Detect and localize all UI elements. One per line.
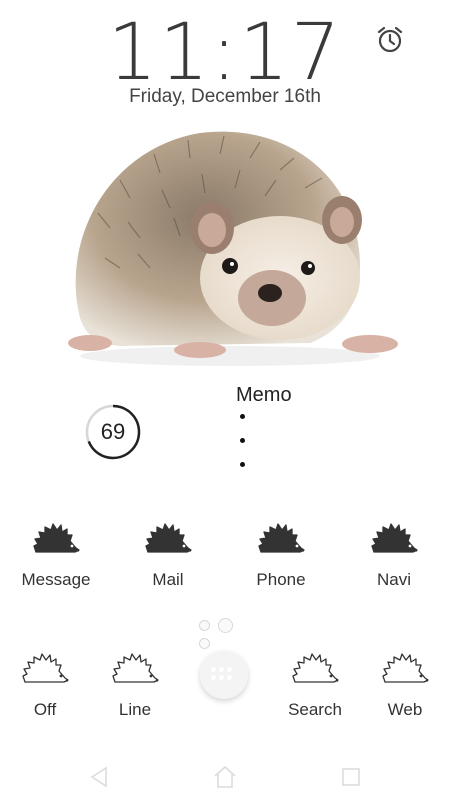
hedgehog-filled-icon xyxy=(123,522,213,556)
hedgehog-filled-icon xyxy=(236,522,326,556)
hedgehog-filled-icon xyxy=(11,522,101,556)
shortcut-search[interactable]: Search xyxy=(270,652,360,732)
shortcut-label: Phone xyxy=(256,570,306,589)
shortcut-label: Off xyxy=(33,700,57,719)
battery-value: 69 xyxy=(100,419,126,444)
hedgehog-outline-icon xyxy=(0,652,90,686)
hedgehog-filled-icon xyxy=(349,522,439,556)
memo-title[interactable]: Memo xyxy=(236,384,292,407)
hedgehog-outline-icon xyxy=(90,652,180,686)
clock-date: Friday, December 16th xyxy=(129,86,321,107)
hedgehog-outline-icon xyxy=(270,652,360,686)
hedgehog-photo xyxy=(50,118,410,368)
shortcut-navi[interactable]: Navi xyxy=(349,522,439,602)
shortcut-message[interactable]: Message xyxy=(11,522,101,602)
page-indicator xyxy=(199,617,253,650)
shortcut-label: Mail xyxy=(152,570,184,589)
app-drawer-button[interactable] xyxy=(200,651,248,699)
memo-more-icon[interactable] xyxy=(240,414,252,474)
shortcut-label: Line xyxy=(118,700,152,719)
shortcut-row-top: Message Mail Phone Navi xyxy=(0,522,450,612)
shortcut-label: Search xyxy=(288,700,342,719)
navigation-bar xyxy=(0,752,450,800)
shortcut-mail[interactable]: Mail xyxy=(123,522,213,602)
shortcut-label: Navi xyxy=(376,570,411,589)
recent-apps-icon[interactable] xyxy=(336,762,366,792)
back-icon[interactable] xyxy=(84,762,114,792)
home-icon[interactable] xyxy=(210,762,240,792)
shortcut-label: Web xyxy=(387,700,423,719)
alarm-clock-icon[interactable] xyxy=(374,24,406,56)
shortcut-web[interactable]: Web xyxy=(360,652,450,732)
shortcut-line[interactable]: Line xyxy=(90,652,180,732)
hedgehog-outline-icon xyxy=(360,652,450,686)
shortcut-off[interactable]: Off xyxy=(0,652,90,732)
shortcut-label: Message xyxy=(21,570,91,589)
shortcut-phone[interactable]: Phone xyxy=(236,522,326,602)
